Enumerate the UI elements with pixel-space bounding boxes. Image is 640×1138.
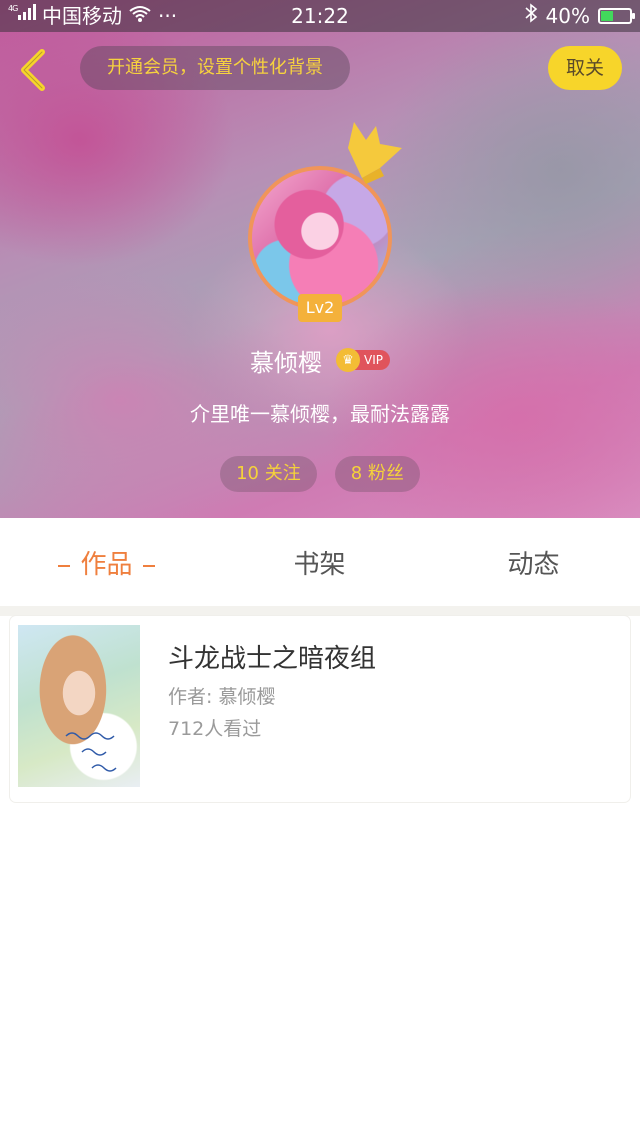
tab-activity[interactable]: 动态 [427,518,640,606]
vip-background-banner[interactable]: 开通会员，设置个性化背景 [80,46,350,90]
cover-title-art [62,728,132,781]
user-name-row: 慕倾樱 ♛ VIP [0,340,640,380]
user-bio: 介里唯一慕倾樱，最耐法露露 [190,402,450,426]
stats-row: 10 关注 8 粉丝 [0,456,640,492]
username: 慕倾樱 [250,348,322,377]
battery-icon [598,8,635,24]
work-card[interactable]: 斗龙战士之暗夜组 作者: 慕倾樱 712人看过 [10,616,630,802]
status-right: 40% [524,0,635,32]
vip-badge[interactable]: ♛ VIP [336,348,390,372]
tab-bookshelf-label: 书架 [293,550,346,580]
works-list: 斗龙战士之暗夜组 作者: 慕倾樱 712人看过 [0,606,640,1138]
book-views: 712人看过 [168,718,262,740]
level-badge: Lv2 [298,294,342,322]
unfollow-button[interactable]: 取关 [548,46,622,90]
book-cover-image [18,625,140,787]
avatar[interactable] [248,166,392,310]
tab-activity-label: 动态 [507,550,560,580]
avatar-image [248,166,392,310]
chevron-left-icon [21,49,45,91]
vip-crown-icon: ♛ [336,348,360,372]
tab-active-indicator-right [142,564,155,567]
tab-bookshelf[interactable]: 书架 [213,518,426,606]
battery-fill [601,11,613,21]
tab-works-label: 作品 [80,550,133,580]
tab-active-indicator-left [58,564,71,567]
tab-works[interactable]: 作品 [0,518,213,606]
book-title: 斗龙战士之暗夜组 [168,644,377,674]
book-author: 作者: 慕倾樱 [168,686,276,708]
following-count[interactable]: 10 关注 [220,456,317,492]
tab-bar: 作品 书架 动态 [0,518,640,606]
list-divider [0,606,640,616]
crown-icon [348,122,402,184]
status-bar: 4G 中国移动 ··· 21:22 40% [0,0,640,32]
battery-percent: 40% [545,4,590,28]
back-button[interactable] [14,46,54,94]
followers-count[interactable]: 8 粉丝 [334,456,420,492]
bluetooth-icon [524,0,538,32]
